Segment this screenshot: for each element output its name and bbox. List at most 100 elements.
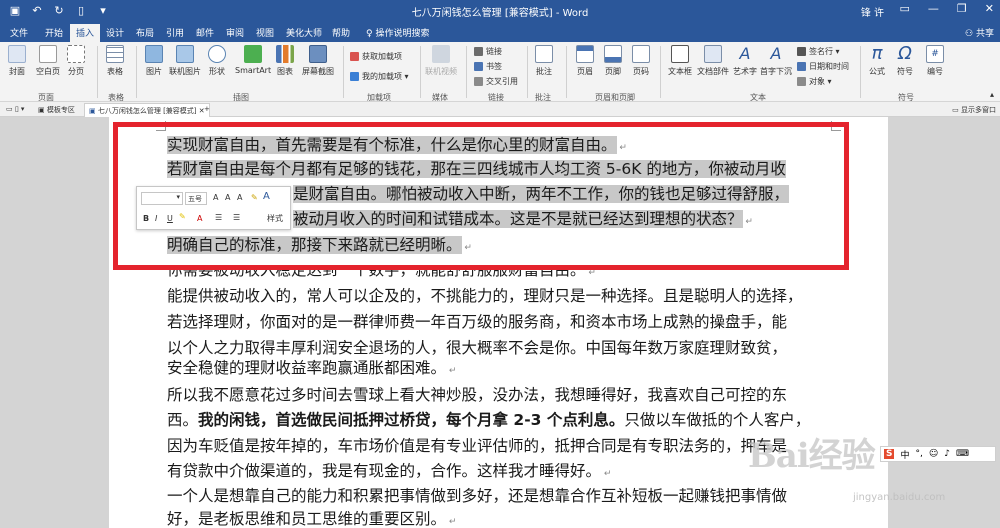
highlight-icon[interactable]: ✎ — [179, 212, 186, 221]
template-tab-label: 模板专区 — [46, 106, 75, 114]
tab-template-zone[interactable]: ▣ 模板专区 — [38, 105, 75, 115]
ime-emoji-icon[interactable]: ☺ — [929, 449, 938, 459]
signature-line-button[interactable]: 签名行 ▾ — [797, 46, 840, 57]
tab-help[interactable]: 帮助 — [332, 26, 350, 39]
bold-icon[interactable]: B — [143, 214, 149, 223]
paragraph-line[interactable]: 能提供被动收入的，常人可以企及的，不挑能力的，理财只是一种选择。且是聪明人的选择… — [167, 285, 803, 307]
paragraph-line[interactable]: 因为车贬值是按年掉的，车市场价值是有专业评估师的，抵押合同是有专职法务的，押车是 — [167, 435, 787, 457]
paragraph-line[interactable]: 西。我的闲钱，首选做民间抵押过桥贷，每个月拿 2-3 个点利息。只做以车做抵的个… — [167, 409, 810, 431]
group-separator — [97, 46, 98, 98]
bookmark-button[interactable]: 书签 — [474, 61, 502, 72]
italic-icon[interactable]: I — [155, 214, 157, 223]
table-label: 表格 — [107, 67, 123, 76]
tab-mailings[interactable]: 邮件 — [196, 26, 214, 39]
blank-page-button[interactable]: 空白页 — [36, 45, 60, 77]
new-tab-button[interactable]: + — [204, 105, 210, 113]
cover-page-button[interactable]: 封面 — [8, 45, 26, 77]
tell-me-search[interactable]: ♀ 操作说明搜索 — [366, 26, 429, 39]
ime-punct-icon[interactable]: °, — [916, 449, 923, 459]
header-icon — [576, 45, 594, 63]
store-icon — [350, 52, 359, 61]
paragraph-line[interactable]: 好，是老板思维和员工思维的重要区别。 ↵ — [167, 508, 456, 528]
online-picture-button[interactable]: 联机图片 — [169, 45, 201, 77]
table-button[interactable]: 表格 — [106, 45, 124, 77]
paragraph-line[interactable]: 安全稳健的理财收益率跑赢通胀都困难。 ↵ — [167, 357, 456, 379]
font-color-icon[interactable]: A — [197, 214, 202, 223]
page-break-icon — [67, 45, 85, 63]
tab-insert[interactable]: 插入 — [70, 24, 101, 43]
paragraph-line[interactable]: 所以我不愿意花过多时间去雪球上看大神炒股，没办法，我想睡得好，我喜欢自己可控的东 — [167, 384, 787, 406]
underline-icon[interactable]: U — [167, 214, 173, 223]
shapes-button[interactable]: 形状 — [208, 45, 226, 77]
header-button[interactable]: 页眉 — [576, 45, 594, 77]
shapes-label: 形状 — [209, 67, 225, 76]
styles-icon[interactable]: A — [263, 191, 270, 202]
comment-button[interactable]: 批注 — [535, 45, 553, 77]
clear-format-icon[interactable]: A — [237, 193, 242, 202]
font-size-box[interactable]: 五号 — [185, 192, 207, 205]
chart-button[interactable]: 图表 — [276, 45, 294, 77]
symbol-button[interactable]: Ω 符号 — [896, 45, 914, 77]
shapes-icon — [208, 45, 226, 63]
link-button[interactable]: 链接 — [474, 46, 502, 57]
dropcap-button[interactable]: A 首字下沉 — [760, 45, 792, 77]
paragraph-line[interactable]: 有贷款中介做渠道的，我是有现金的，合作。这样我才睡得好。 ↵ — [167, 460, 611, 482]
show-multi-window-button[interactable]: ▭ 显示多窗口 — [952, 105, 996, 115]
styles-label[interactable]: 样式 — [267, 213, 283, 224]
smartart-button[interactable]: SmartArt — [235, 45, 271, 75]
video-icon — [432, 45, 450, 63]
doc-nav-icons[interactable]: ▭ ▯ ▾ — [6, 105, 24, 113]
user-name[interactable]: 锋 许 — [861, 4, 884, 19]
page-number-label: 页码 — [633, 67, 649, 76]
my-addins-button[interactable]: 我的加载项 ▾ — [350, 71, 409, 82]
tab-view[interactable]: 视图 — [256, 26, 274, 39]
crossref-button[interactable]: 交叉引用 — [474, 76, 518, 87]
collapse-ribbon-icon[interactable]: ▴ — [990, 90, 994, 99]
textbox-icon — [671, 45, 689, 63]
ribbon-display-icon[interactable]: ▭ — [900, 2, 910, 15]
tab-home[interactable]: 开始 — [45, 26, 63, 39]
maximize-icon[interactable]: ❐ — [957, 2, 967, 15]
line-text: 因为车贬值是按年掉的，车市场价值是有专业评估师的，抵押合同是有专职法务的，押车是 — [167, 437, 788, 455]
bullets-icon[interactable]: ☰ — [215, 213, 222, 222]
quick-parts-button[interactable]: 文档部件 — [697, 45, 729, 77]
paragraph-line[interactable]: 一个人是想靠自己的能力和积累把事情做到多好，还是想靠合作互补短板一起赚钱把事情做 — [167, 485, 787, 507]
shrink-font-icon[interactable]: A — [225, 193, 230, 202]
page-break-button[interactable]: 分页 — [67, 45, 85, 77]
tab-design[interactable]: 设计 — [106, 26, 124, 39]
tab-layout[interactable]: 布局 — [136, 26, 154, 39]
tab-current-document[interactable]: ▣ 七八万闲钱怎么管理 [兼容模式] ✕ — [84, 103, 210, 117]
tab-file[interactable]: 文件 — [10, 26, 28, 39]
equation-button[interactable]: π 公式 — [868, 45, 886, 77]
wordart-button[interactable]: A 艺术字 — [733, 45, 757, 77]
close-icon[interactable]: ✕ — [985, 2, 994, 15]
format-painter-icon[interactable]: ✎ — [251, 193, 258, 202]
bold-text: 我的闲钱，首选做民间抵押过桥贷，每个月拿 2-3 个点利息。 — [198, 411, 625, 429]
online-video-button[interactable]: 联机视频 — [425, 45, 457, 77]
sogou-ime-icon[interactable]: S — [884, 449, 895, 459]
share-button[interactable]: ⚇ 共享 — [965, 26, 994, 39]
screenshot-button[interactable]: 屏幕截图 — [302, 45, 334, 77]
minimize-icon[interactable]: — — [928, 2, 939, 15]
page-number-button[interactable]: 页码 — [632, 45, 650, 77]
paragraph-line[interactable]: 若选择理财，你面对的是一群律师费一年百万级的服务商，和资本市场上成熟的操盘手，能 — [167, 311, 787, 333]
grow-font-icon[interactable]: A — [213, 193, 218, 202]
ime-lang-icon[interactable]: 中 — [900, 448, 909, 461]
mini-toolbar: ▾ 五号 A A A ✎ A B I U ✎ A ☰ ☰ 样式 — [136, 186, 291, 230]
get-addins-button[interactable]: 获取加载项 — [350, 51, 402, 62]
numbering-icon[interactable]: ☰ — [233, 213, 240, 222]
textbox-button[interactable]: 文本框 — [668, 45, 692, 77]
tab-review[interactable]: 审阅 — [226, 26, 244, 39]
screenshot-icon — [309, 45, 327, 63]
tab-beautify[interactable]: 美化大师 — [286, 26, 322, 39]
number-button[interactable]: # 编号 — [926, 45, 944, 77]
tab-references[interactable]: 引用 — [166, 26, 184, 39]
picture-button[interactable]: 图片 — [145, 45, 163, 77]
footer-button[interactable]: 页脚 — [604, 45, 622, 77]
paragraph-line[interactable]: 以个人之力取得丰厚利润安全退场的人，很大概率不会是你。中国每年数万家庭理财致贫， — [167, 337, 787, 359]
datetime-button[interactable]: 日期和时间 — [797, 61, 849, 72]
object-button[interactable]: 对象 ▾ — [797, 76, 832, 87]
ime-mic-icon[interactable]: ♪ — [944, 449, 950, 459]
ime-keyboard-icon[interactable]: ⌨ — [956, 449, 969, 459]
font-name-box[interactable]: ▾ — [141, 192, 183, 205]
